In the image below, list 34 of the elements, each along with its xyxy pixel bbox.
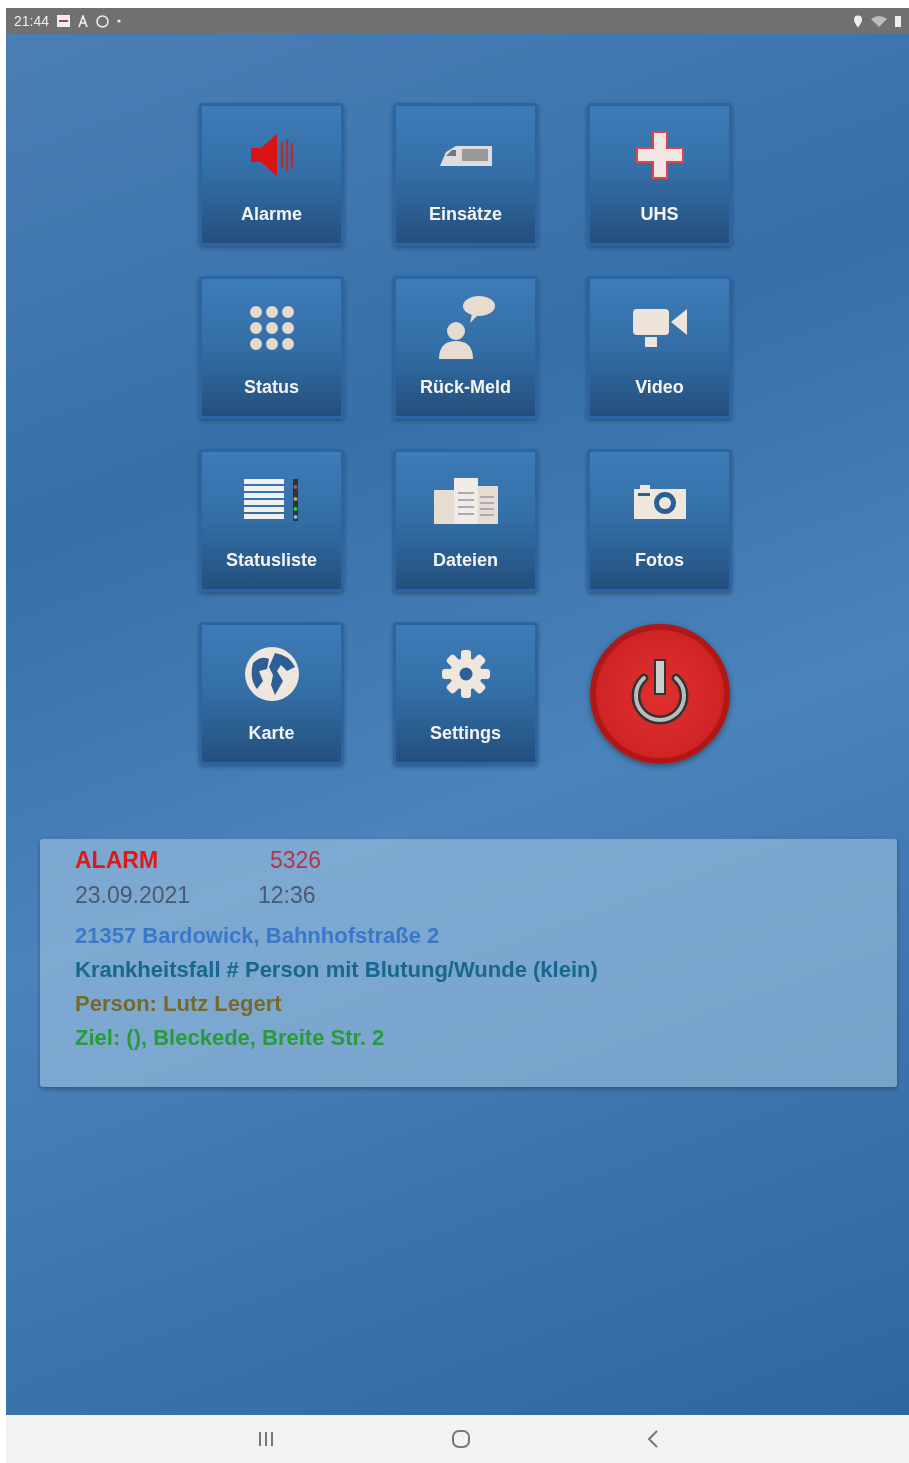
smiley-icon — [96, 14, 110, 28]
message-icon — [57, 15, 71, 27]
battery-icon — [895, 15, 901, 27]
menu-tile[interactable]: Rück-Meld — [393, 276, 538, 419]
cross-icon — [634, 130, 685, 180]
menu-tile[interactable]: Fotos — [587, 449, 732, 592]
location-icon — [853, 14, 863, 28]
alarm-time: 12:36 — [258, 882, 316, 909]
back-icon[interactable] — [645, 1429, 660, 1449]
font-size-icon — [78, 14, 89, 28]
status-time: 21:44 — [14, 13, 50, 29]
notification-dot-icon — [117, 19, 122, 23]
menu-tile[interactable]: Karte — [199, 622, 344, 765]
alarm-detail: Person: Lutz Legert — [75, 991, 282, 1017]
menu-tile[interactable]: Alarme — [199, 103, 344, 246]
menu-tile[interactable]: Dateien — [393, 449, 538, 592]
alarm-detail: Krankheitsfall # Person mit Blutung/Wunde (klein) — [75, 957, 598, 983]
menu-tile[interactable]: UHS — [587, 103, 732, 246]
menu-tile[interactable]: Status — [199, 276, 344, 419]
alarm-detail: Ziel: (), Bleckede, Breite Str. 2 — [75, 1025, 385, 1051]
alarm-number: 5326 — [270, 847, 322, 874]
home-icon[interactable] — [450, 1429, 471, 1449]
alarm-label: ALARM — [75, 847, 160, 874]
menu-tile[interactable]: Einsätze — [393, 103, 538, 246]
keypad-icon — [247, 304, 296, 352]
wifi-icon — [871, 15, 887, 27]
globe-icon — [242, 645, 301, 703]
alarm-date: 23.09.2021 — [75, 882, 192, 909]
menu-tile[interactable]: Video — [587, 276, 732, 419]
menu-tile[interactable]: Settings — [393, 622, 538, 765]
documents-icon — [431, 476, 500, 526]
settings-icon — [440, 649, 491, 699]
alarm-detail: 21357 Bardowick, Bahnhofstraße 2 — [75, 923, 440, 949]
menu-tile[interactable]: Statusliste — [199, 449, 344, 592]
